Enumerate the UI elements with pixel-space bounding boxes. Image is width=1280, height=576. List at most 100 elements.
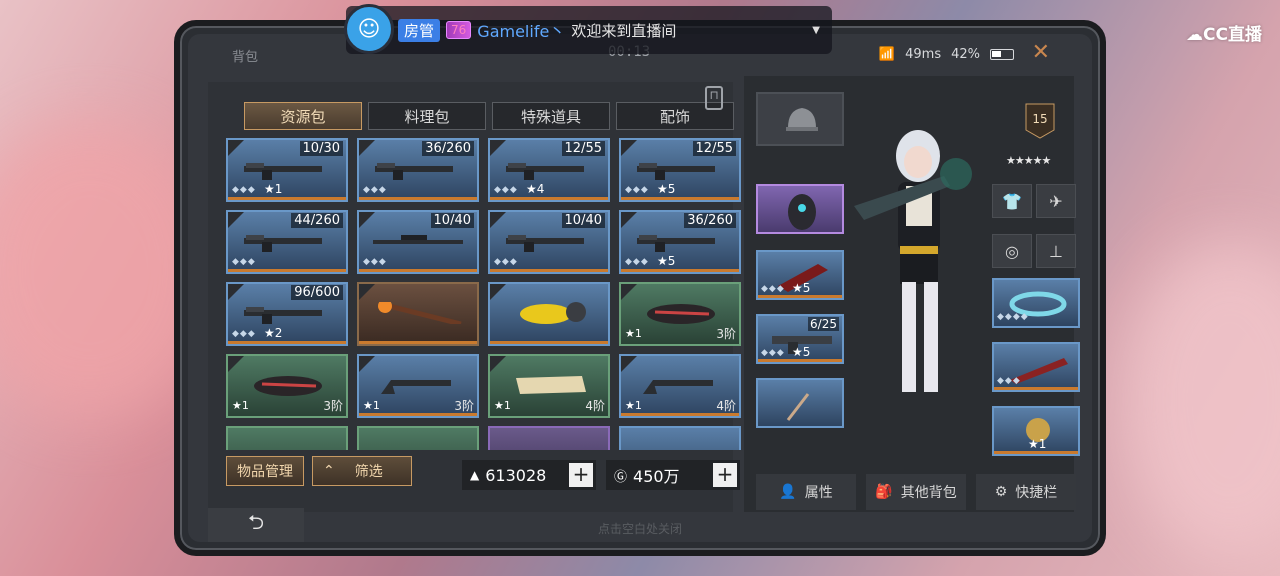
durability-bar bbox=[359, 341, 477, 344]
live-chat-banner: ☺ 房管 76 Gamelife丶 欢迎来到直播间 ▼ bbox=[344, 4, 832, 54]
item-icon bbox=[244, 163, 322, 180]
filter-button[interactable]: ⌃ 筛选 bbox=[312, 456, 412, 486]
inventory-item[interactable]: 12/55 ◆◆◆ ★5 bbox=[619, 138, 741, 202]
character-level: 15 bbox=[1032, 112, 1048, 126]
inventory-item[interactable]: ★1 4阶 bbox=[488, 354, 610, 418]
gold-amount: 613028 bbox=[485, 465, 547, 485]
outfit-icon[interactable]: 👕 bbox=[992, 184, 1032, 218]
manage-items-label: 物品管理 bbox=[237, 464, 293, 480]
inventory-item[interactable]: ★1 3阶 bbox=[619, 282, 741, 346]
pin-icon[interactable]: ⊓ bbox=[705, 86, 723, 110]
inventory-item[interactable] bbox=[488, 426, 610, 450]
inventory-item[interactable] bbox=[357, 282, 479, 346]
weapon-slot-1[interactable]: ◆◆◆ ★5 bbox=[756, 250, 844, 300]
back-button[interactable]: ⮌ bbox=[208, 508, 304, 542]
durability-bar bbox=[758, 295, 842, 298]
inventory-item[interactable]: 10/40 ◆◆◆ bbox=[357, 210, 479, 274]
attributes-button[interactable]: 👤 属性 bbox=[756, 474, 856, 510]
quality-dots: ◆◆◆ bbox=[761, 284, 785, 294]
quality-dots: ◆◆◆ bbox=[494, 257, 518, 267]
durability-bar bbox=[228, 269, 346, 272]
inventory-item[interactable]: 96/600 ◆◆◆ ★2 bbox=[226, 282, 348, 346]
page-title: 背包 bbox=[232, 50, 259, 65]
item-icon bbox=[506, 235, 584, 252]
backpack-slot[interactable] bbox=[756, 184, 844, 234]
filter-label: 筛选 bbox=[354, 464, 383, 480]
inventory-item[interactable] bbox=[488, 282, 610, 346]
username[interactable]: Gamelife丶 bbox=[477, 18, 565, 42]
inventory-item[interactable]: ★1 3阶 bbox=[357, 354, 479, 418]
bracelet-slot[interactable]: ◆◆◆◆ bbox=[992, 278, 1080, 328]
ornament-slot[interactable]: ★1 bbox=[992, 406, 1080, 456]
weapon-level: ★5 bbox=[792, 345, 811, 359]
inventory-item[interactable] bbox=[619, 426, 741, 450]
inventory-item[interactable]: 36/260 ◆◆◆ bbox=[357, 138, 479, 202]
tool-slot[interactable] bbox=[756, 378, 844, 428]
inventory-item[interactable]: 10/40 ◆◆◆ bbox=[488, 210, 610, 274]
inventory-item[interactable]: 36/260 ◆◆◆ ★5 bbox=[619, 210, 741, 274]
platform-logo: ☁CC直播 bbox=[1186, 25, 1262, 45]
inventory-item[interactable]: ★1 4阶 bbox=[619, 354, 741, 418]
turret-icon[interactable]: ⊥ bbox=[1036, 234, 1076, 268]
rarity-corner bbox=[359, 356, 375, 372]
quality-dots: ◆◆◆ bbox=[232, 329, 256, 339]
item-icon bbox=[516, 376, 586, 394]
item-tier: 4阶 bbox=[585, 399, 605, 413]
close-button[interactable]: ✕ bbox=[1032, 40, 1050, 65]
add-gold-button[interactable]: + bbox=[569, 463, 593, 487]
item-count: 12/55 bbox=[561, 141, 605, 156]
quality-dots: ◆◆◆◆ bbox=[997, 312, 1029, 322]
other-bags-button[interactable]: 🎒 其他背包 bbox=[866, 474, 966, 510]
item-stars: ★1 bbox=[232, 399, 249, 412]
hotbar-button[interactable]: ⚙ 快捷栏 bbox=[976, 474, 1076, 510]
rarity-corner bbox=[359, 284, 375, 300]
headgear-slot[interactable] bbox=[756, 92, 844, 146]
inventory-item[interactable] bbox=[226, 426, 348, 450]
coin-icon: Ⓖ bbox=[614, 469, 628, 485]
item-tier: 3阶 bbox=[323, 399, 343, 413]
item-icon bbox=[643, 380, 713, 394]
item-count: 10/40 bbox=[561, 213, 605, 228]
durability-bar bbox=[359, 197, 477, 200]
star-rating: ★★★★★ bbox=[1006, 154, 1051, 167]
inventory-grid: 10/30 ◆◆◆ ★1 36/260 ◆◆◆ 12/55 ◆◆◆ ★4 12/55 ◆◆◆ ★5 4… bbox=[226, 138, 746, 450]
inventory-item[interactable]: ★1 3阶 bbox=[226, 354, 348, 418]
inventory-item[interactable]: 44/260 ◆◆◆ bbox=[226, 210, 348, 274]
background-blob bbox=[1120, 240, 1280, 560]
durability-bar bbox=[490, 341, 608, 344]
inventory-item[interactable]: 10/30 ◆◆◆ ★1 bbox=[226, 138, 348, 202]
item-icon bbox=[244, 235, 322, 252]
inventory-item[interactable]: 12/55 ◆◆◆ ★4 bbox=[488, 138, 610, 202]
manage-items-button[interactable]: 物品管理 bbox=[226, 456, 304, 486]
quality-dots: ◆◆◆ bbox=[997, 376, 1021, 386]
quality-dots: ◆◆◆ bbox=[232, 257, 256, 267]
battery-value: 42% bbox=[951, 47, 980, 62]
durability-bar bbox=[490, 197, 608, 200]
melee-slot[interactable]: ◆◆◆ bbox=[992, 342, 1080, 392]
tab-resource-pack[interactable]: 资源包 bbox=[244, 102, 362, 130]
user-level-badge: 76 bbox=[446, 21, 472, 39]
item-tier: 3阶 bbox=[454, 399, 474, 413]
weapon-level: ★5 bbox=[792, 281, 811, 295]
avatar: ☺ bbox=[344, 4, 394, 54]
item-level: ★2 bbox=[264, 326, 283, 340]
chevron-down-icon[interactable]: ▼ bbox=[812, 25, 820, 36]
inventory-actions: 物品管理 ⌃ 筛选 bbox=[226, 456, 412, 486]
inventory-item[interactable] bbox=[357, 426, 479, 450]
grid-gear-icon: ⚙ bbox=[994, 484, 1008, 500]
add-coins-button[interactable]: + bbox=[713, 463, 737, 487]
rarity-corner bbox=[621, 212, 637, 228]
item-tier: 3阶 bbox=[716, 327, 736, 341]
coin-amount: 450万 bbox=[633, 467, 680, 486]
weapon-slot-2[interactable]: 6/25 ◆◆◆ ★5 bbox=[756, 314, 844, 364]
ping-value: 49ms bbox=[905, 47, 942, 62]
tab-cooking-pack[interactable]: 料理包 bbox=[368, 102, 486, 130]
tab-special-items[interactable]: 特殊道具 bbox=[492, 102, 610, 130]
durability-bar bbox=[621, 413, 739, 416]
durability-bar bbox=[621, 269, 739, 272]
wifi-icon: 📶 bbox=[878, 47, 896, 62]
item-count: 44/260 bbox=[291, 213, 343, 228]
item-stars: ★1 bbox=[625, 399, 642, 412]
ring-icon[interactable]: ◎ bbox=[992, 234, 1032, 268]
drone-icon[interactable]: ✈ bbox=[1036, 184, 1076, 218]
